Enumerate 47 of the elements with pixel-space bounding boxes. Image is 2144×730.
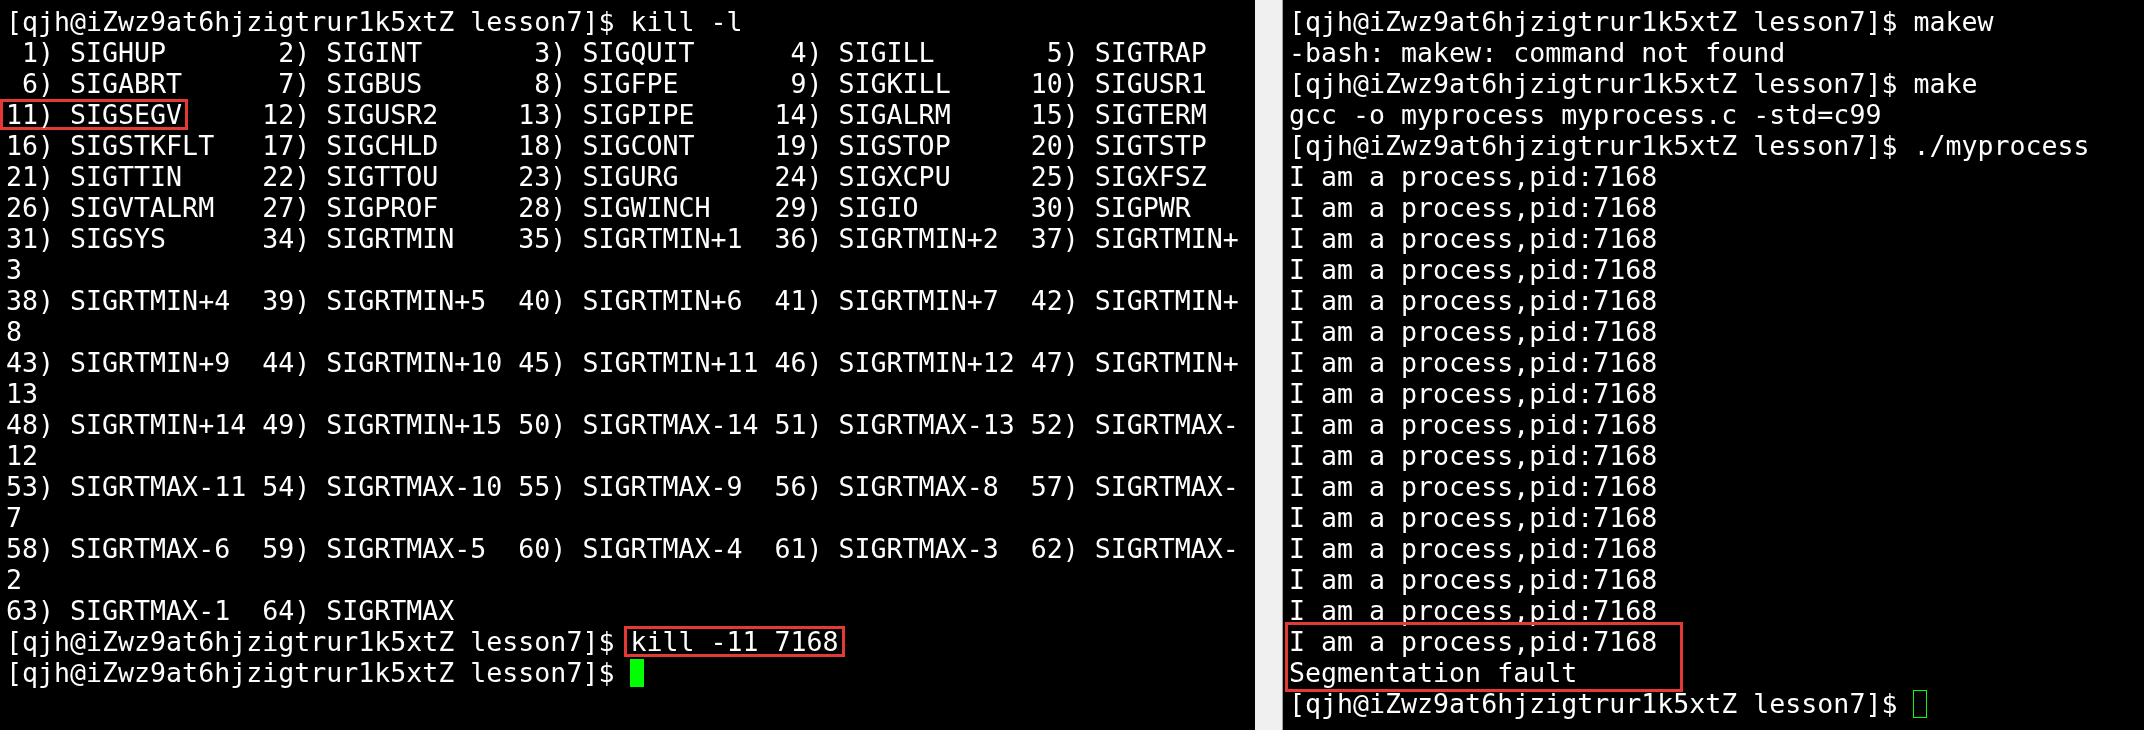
terminal-line: 13: [6, 378, 39, 409]
terminal-line: 48) SIGRTMIN+14 49) SIGRTMIN+15 50) SIGRTMAX-14 51) SIGRTMAX-13 52) SIGRTMAX-: [6, 409, 1239, 440]
terminal-line: [qjh@iZwz9at6hjzigtrur1k5xtZ lesson7]$ ./myprocess: [1289, 130, 2090, 161]
terminal-line: 8: [6, 316, 22, 347]
terminal-line: [qjh@iZwz9at6hjzigtrur1k5xtZ lesson7]$ makew: [1289, 6, 1994, 37]
terminal-line: 53) SIGRTMAX-11 54) SIGRTMAX-10 55) SIGRTMAX-9 56) SIGRTMAX-8 57) SIGRTMAX-: [6, 471, 1239, 502]
terminal-line: I am a process,pid:7168: [1289, 192, 1658, 223]
terminal-line: I am a process,pid:7168: [1289, 626, 1658, 657]
terminal-line: I am a process,pid:7168: [1289, 502, 1658, 533]
terminal-line: 63) SIGRTMAX-1 64) SIGRTMAX: [6, 595, 455, 626]
terminal-line: 1) SIGHUP 2) SIGINT 3) SIGQUIT 4) SIGILL 5) SIGTRAP: [21, 37, 1207, 68]
terminal-line: [qjh@iZwz9at6hjzigtrur1k5xtZ lesson7]$ make: [1289, 68, 1978, 99]
terminal-line: I am a process,pid:7168: [1289, 161, 1658, 192]
terminal-line: [qjh@iZwz9at6hjzigtrur1k5xtZ lesson7]$: [1289, 688, 1899, 719]
terminal-line: I am a process,pid:7168: [1289, 316, 1658, 347]
terminal-line: 6) SIGABRT 7) SIGBUS 8) SIGFPE 9) SIGKILL 10) SIGUSR1: [21, 68, 1207, 99]
terminal-line: I am a process,pid:7168: [1289, 254, 1658, 285]
terminal-line: I am a process,pid:7168: [1289, 347, 1658, 378]
annotated-text: 11) SIGSEGV: [0, 99, 189, 130]
terminal-line: I am a process,pid:7168: [1289, 533, 1658, 564]
terminal-line: 31) SIGSYS 34) SIGRTMIN 35) SIGRTMIN+1 36) SIGRTMIN+2 37) SIGRTMIN+: [6, 223, 1239, 254]
terminal-line: -bash: makew: command not found: [1289, 37, 1786, 68]
terminal-text: 12) SIGUSR2 13) SIGPIPE 14) SIGALRM 15) SIGTERM: [261, 99, 1207, 130]
terminal-line: I am a process,pid:7168: [1289, 285, 1658, 316]
terminal-line: Segmentation fault: [1289, 657, 1579, 688]
terminal-line: [qjh@iZwz9at6hjzigtrur1k5xtZ lesson7]$: [6, 657, 616, 688]
annotated-text: kill -11 7168: [624, 626, 845, 657]
terminal-line: 43) SIGRTMIN+9 44) SIGRTMIN+10 45) SIGRTMIN+11 46) SIGRTMIN+12 47) SIGRTMIN+: [6, 347, 1239, 378]
terminal-line: 3: [6, 254, 22, 285]
terminal-line: 58) SIGRTMAX-6 59) SIGRTMAX-5 60) SIGRTMAX-4 61) SIGRTMAX-3 62) SIGRTMAX-: [6, 533, 1239, 564]
terminal-line: I am a process,pid:7168: [1289, 564, 1658, 595]
terminal-line: [qjh@iZwz9at6hjzigtrur1k5xtZ lesson7]$ kill -l: [6, 6, 743, 37]
terminal-line: I am a process,pid:7168: [1289, 471, 1658, 502]
terminal-line: I am a process,pid:7168: [1289, 440, 1658, 471]
terminal-line: 38) SIGRTMIN+4 39) SIGRTMIN+5 40) SIGRTMIN+6 41) SIGRTMIN+7 42) SIGRTMIN+: [6, 285, 1239, 316]
terminal-line: I am a process,pid:7168: [1289, 409, 1658, 440]
terminal-line: I am a process,pid:7168: [1289, 223, 1658, 254]
terminal-line: 12: [6, 440, 39, 471]
terminal-line: 26) SIGVTALRM 27) SIGPROF 28) SIGWINCH 29) SIGIO 30) SIGPWR: [6, 192, 1191, 223]
terminal-line: 7: [6, 502, 22, 533]
terminal-line: 21) SIGTTIN 22) SIGTTOU 23) SIGURG 24) SIGXCPU 25) SIGXFSZ: [6, 161, 1207, 192]
terminal-text: [qjh@iZwz9at6hjzigtrur1k5xtZ lesson7]$: [6, 626, 616, 657]
terminal-line: 2: [6, 564, 22, 595]
terminal-line: I am a process,pid:7168: [1289, 595, 1658, 626]
terminal-line: I am a process,pid:7168: [1289, 378, 1658, 409]
terminal-line: 16) SIGSTKFLT 17) SIGCHLD 18) SIGCONT 19) SIGSTOP 20) SIGTSTP: [6, 130, 1207, 161]
terminal-line: gcc -o myprocess myprocess.c -std=c99: [1289, 99, 1882, 130]
